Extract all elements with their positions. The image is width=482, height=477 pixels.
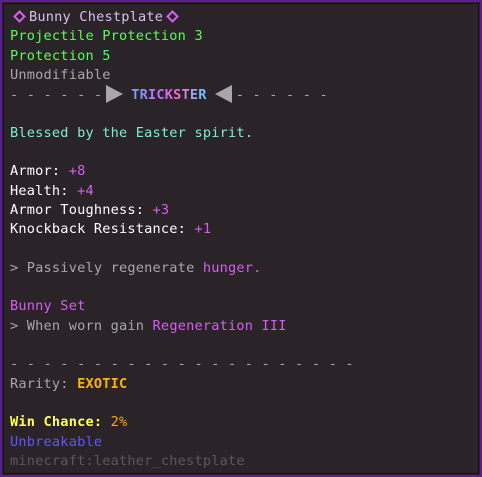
stat-row-armor: Armor: +8 — [10, 162, 476, 181]
item-tooltip: Bunny Chestplate Projectile Protection 3… — [0, 0, 482, 477]
stat-label: Armor Toughness: — [10, 201, 145, 218]
stat-value: +8 — [68, 163, 86, 180]
win-chance-label: Win Chance: — [10, 414, 103, 431]
set-bonus-prefix: > When worn gain — [10, 317, 145, 334]
stat-label: Armor: — [10, 163, 61, 180]
passive-prefix: > Passively regenerate — [10, 259, 195, 276]
set-bonus-highlight: Regeneration III — [152, 317, 287, 334]
stat-row-armor-toughness: Armor Toughness: +3 — [10, 201, 476, 220]
passive-highlight: hunger. — [202, 259, 262, 276]
item-name: Bunny Chestplate — [29, 9, 164, 25]
stat-value: +4 — [77, 182, 94, 199]
item-title-row: Bunny Chestplate — [10, 8, 476, 27]
stat-value: +1 — [194, 221, 212, 238]
enchantment-projectile-protection: Projectile Protection 3 — [10, 28, 203, 45]
set-bonus: > When worn gain Regeneration III — [10, 317, 476, 336]
stat-row-knockback-resistance: Knockback Resistance: +1 — [10, 220, 476, 239]
class-name: TRICKSTER — [131, 87, 207, 104]
rarity-value: EXOTIC — [77, 375, 128, 392]
rarity-row: Rarity: EXOTIC — [10, 375, 476, 394]
separator-line: - - - - - - - - - - - - - - - - - - - - … — [10, 356, 354, 373]
diamond-icon — [166, 10, 180, 23]
rarity-label: Rarity: — [10, 375, 69, 392]
stat-label: Knockback Resistance: — [10, 221, 187, 238]
item-id: minecraft:leather_chestplate — [10, 452, 245, 469]
stat-label: Health: — [10, 182, 69, 199]
stat-value: +3 — [152, 201, 170, 218]
banner-right-dashes: - - - - - - — [235, 87, 328, 104]
stat-row-health: Health: +4 — [10, 182, 476, 201]
tooltip-lines: Bunny Chestplate Projectile Protection 3… — [10, 8, 476, 471]
lore-text: Blessed by the Easter spirit. — [10, 124, 254, 141]
set-title: Bunny Set — [10, 298, 86, 315]
modifiable-status: Unmodifiable — [10, 66, 111, 83]
triangle-right-icon — [106, 85, 124, 104]
win-chance-row: Win Chance: 2% — [10, 413, 476, 432]
triangle-left-icon — [214, 85, 232, 104]
diamond-icon — [13, 10, 26, 23]
enchantment-protection: Protection 5 — [10, 47, 111, 64]
win-chance-value: 2% — [110, 414, 128, 431]
banner-left-dashes: - - - - - - — [10, 87, 103, 104]
class-banner: - - - - - - TRICKSTER - - - - - - — [10, 85, 476, 104]
passive-ability: > Passively regenerate hunger. — [10, 259, 476, 278]
unbreakable-tag: Unbreakable — [10, 433, 103, 450]
